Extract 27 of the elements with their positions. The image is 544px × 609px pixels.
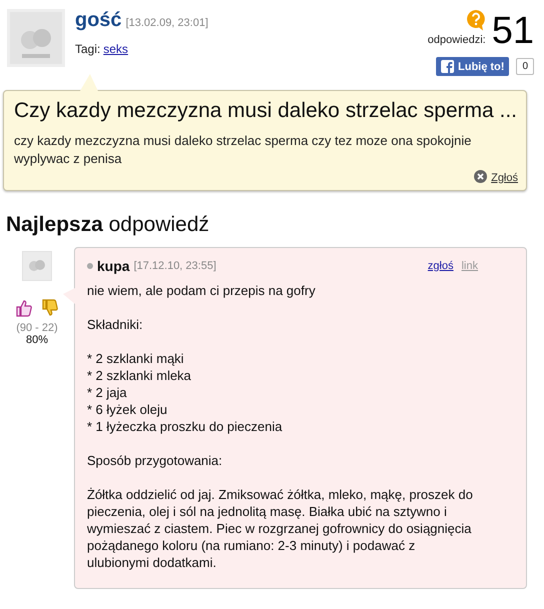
vote-count: (90 - 22) — [16, 322, 58, 334]
report-link[interactable]: Zgłoś — [491, 172, 518, 184]
post-date: [13.02.09, 23:01] — [126, 17, 208, 29]
like-button[interactable]: Lubię to! — [436, 57, 510, 76]
question-text: czy kazdy mezczyzna musi daleko strzelac sperma czy tez moze ona spokojnie wyplywac z penisa — [14, 132, 472, 168]
status-dot-icon — [87, 263, 93, 269]
close-icon — [474, 170, 488, 186]
avatar-icon — [22, 251, 52, 281]
question-title: Czy kazdy mezczyzna musi daleko strzelac sperma ... — [14, 98, 518, 124]
answer-paragraph: * 2 szklanki mąki * 2 szklanki mleka * 2 jaja * 6 łyżek oleju * 1 łyżeczka proszku do pieczenia — [87, 350, 284, 435]
answer-paragraph: nie wiem, ale podam ci przepis na gofry — [87, 282, 316, 299]
answers-count: 51 — [492, 11, 534, 51]
answer-paragraph: Sposób przygotowania: — [87, 452, 224, 469]
facebook-icon — [441, 60, 454, 73]
author-name[interactable]: kupa — [97, 258, 130, 274]
avatar-icon — [7, 9, 65, 67]
post-date: [17.12.10, 23:55] — [134, 260, 218, 272]
best-answer-heading: Najlepsza odpowiedź — [6, 213, 210, 237]
author-name[interactable]: gość — [75, 9, 122, 31]
like-count: 0 — [516, 58, 534, 75]
answer-paragraph: Żółtka oddzielić od jaj. Zmiksować żółtka, mleko, mąkę, proszek do pieczenia, olej i sól na jednolitą masę. Białka ubić na sztywno i wymieszać z ciastem. Piec w rozgrzanej gofrownicy do osiągnięcia pożądanego koloru (na rumiano: 2-3 minuty) i podawać z ulubionymi dodatkami. — [87, 486, 474, 571]
report-link[interactable]: zgłoś — [428, 260, 454, 272]
tag-link[interactable]: seks — [103, 42, 128, 56]
tags-label: Tagi: — [75, 42, 100, 56]
answers-label: odpowiedzi: — [428, 34, 486, 46]
vote-percent: 80% — [26, 334, 48, 346]
answer-paragraph: Składniki: — [87, 316, 144, 333]
